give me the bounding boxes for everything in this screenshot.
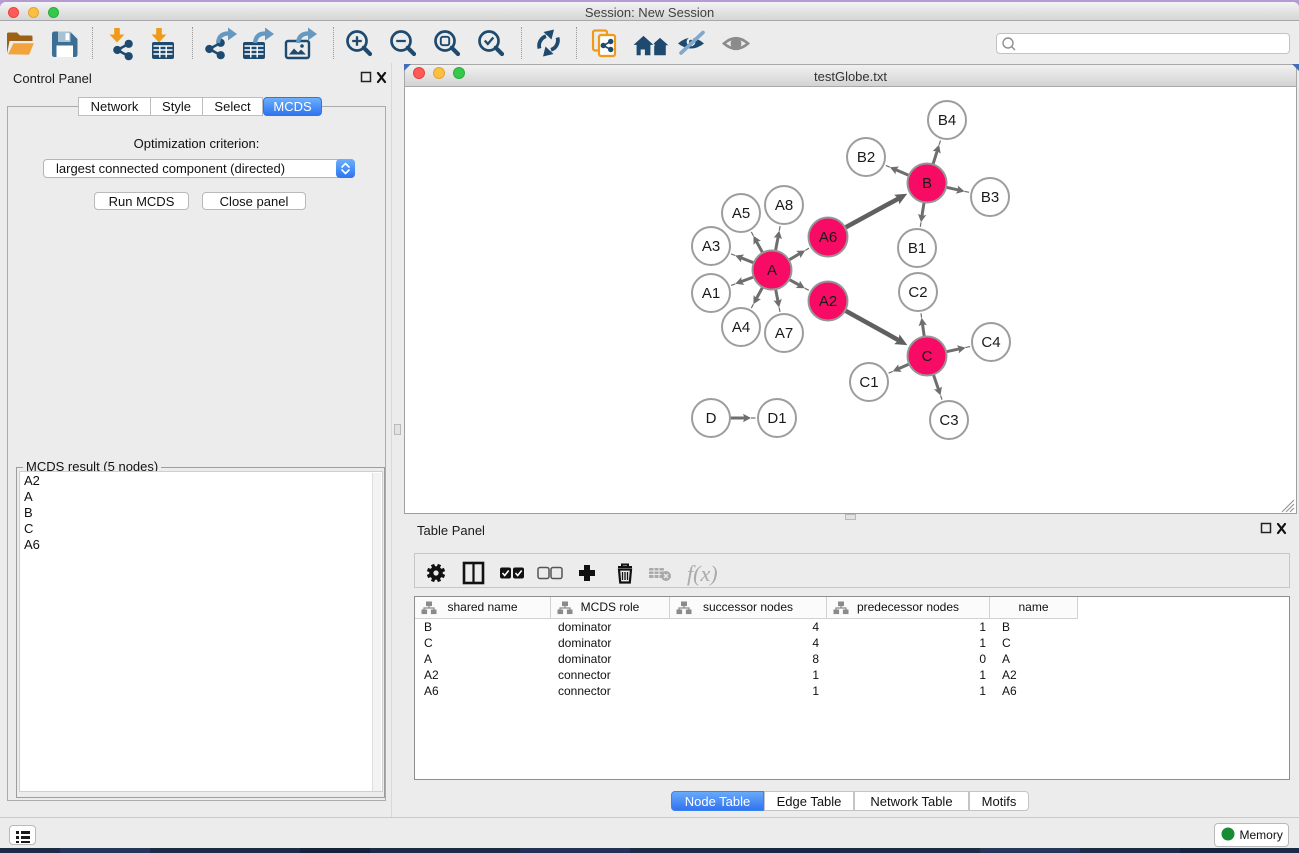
svg-text:A7: A7: [775, 325, 793, 342]
svg-text:A8: A8: [775, 197, 793, 214]
svg-text:f(x): f(x): [687, 561, 718, 586]
svg-text:C: C: [922, 348, 933, 365]
svg-text:A2: A2: [819, 293, 837, 310]
svg-text:A3: A3: [702, 238, 720, 255]
svg-text:A: A: [767, 262, 777, 279]
svg-text:C2: C2: [908, 284, 927, 301]
svg-text:A6: A6: [819, 229, 837, 246]
svg-text:A5: A5: [732, 205, 750, 222]
svg-text:C1: C1: [859, 374, 878, 391]
svg-text:B3: B3: [981, 189, 999, 206]
svg-text:A1: A1: [702, 285, 720, 302]
svg-text:D1: D1: [767, 410, 786, 427]
svg-text:B4: B4: [938, 112, 956, 129]
svg-text:C4: C4: [981, 334, 1000, 351]
svg-text:C3: C3: [939, 412, 958, 429]
svg-text:B1: B1: [908, 240, 926, 257]
svg-text:D: D: [706, 410, 717, 427]
svg-text:A4: A4: [732, 319, 750, 336]
svg-text:B2: B2: [857, 149, 875, 166]
svg-text:B: B: [922, 175, 932, 192]
